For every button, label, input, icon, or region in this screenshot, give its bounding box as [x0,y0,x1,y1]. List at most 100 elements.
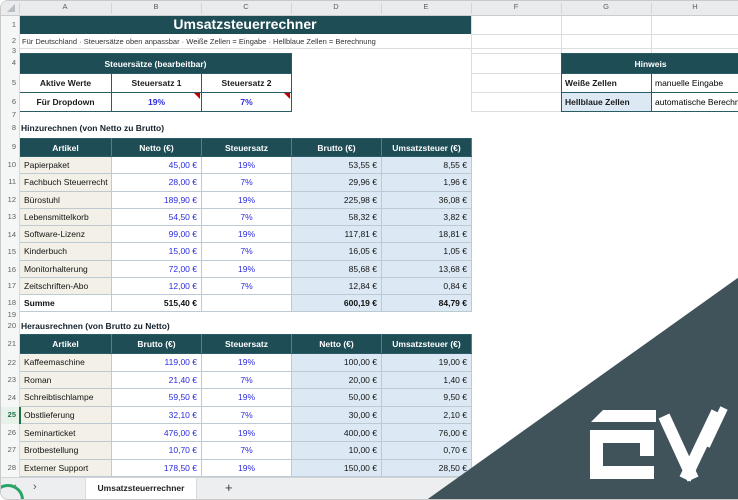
cell-artikel[interactable]: Seminarticket [19,423,112,442]
tax-col-header-aktive-werte[interactable]: Aktive Werte [19,73,112,93]
hinweis-white-cells-label[interactable]: Weiße Zellen [561,73,652,93]
cell-steuersatz[interactable]: 19% [201,224,292,244]
row-header-21[interactable]: 21 [2,339,16,348]
cell-brutto[interactable]: 21,40 € [111,370,202,390]
col-header-brutto[interactable]: Brutto (€) [111,334,202,354]
sum-value-cell[interactable] [201,294,292,312]
hinweis-header-cell[interactable]: Hinweis [561,53,738,74]
cell-netto[interactable]: 30,00 € [291,405,382,425]
cell-umsatzsteuer[interactable]: 0,70 € [381,440,472,460]
tax-dropdown-label-cell[interactable]: Für Dropdown [19,92,112,112]
cell-umsatzsteuer[interactable]: 1,40 € [381,370,472,390]
cell-artikel[interactable]: Software-Lizenz [19,224,112,244]
cell-brutto[interactable]: 58,32 € [291,207,382,227]
cell-umsatzsteuer[interactable]: 76,00 € [381,423,472,442]
row-header-10[interactable]: 10 [2,160,16,169]
sheet-tab-active[interactable]: Umsatzsteuerrechner [85,478,197,499]
next-sheet-button[interactable]: › [33,481,37,493]
cell-umsatzsteuer[interactable]: 1,96 € [381,173,472,192]
col-header-umsatzsteuer[interactable]: Umsatzsteuer (€) [381,334,472,354]
cell-brutto[interactable]: 178,50 € [111,458,202,478]
cell-brutto[interactable]: 225,98 € [291,190,382,209]
cell-artikel[interactable]: Externer Support [19,458,112,478]
cell-netto[interactable]: 15,00 € [111,242,202,261]
row-header-4[interactable]: 4 [2,58,16,67]
section-title-hinzurechnen[interactable]: Hinzurechnen (von Netto zu Brutto) [21,123,164,133]
cell-netto[interactable]: 54,50 € [111,207,202,227]
cell-umsatzsteuer[interactable]: 2,10 € [381,405,472,425]
row-header-25[interactable]: 25 [2,410,16,419]
cell-artikel[interactable]: Zeitschriften-Abo [19,276,112,296]
row-header-23[interactable]: 23 [2,375,16,384]
hinweis-blue-cells-label[interactable]: Hellblaue Zellen [561,92,652,112]
col-header-netto[interactable]: Netto (€) [291,334,382,354]
cell-steuersatz[interactable]: 7% [201,207,292,227]
column-header-F[interactable]: F [504,2,528,11]
tax-rates-header-cell[interactable]: Steuersätze (bearbeitbar) [19,53,292,74]
row-header-26[interactable]: 26 [2,428,16,437]
cell-brutto[interactable]: 476,00 € [111,423,202,442]
cell-artikel[interactable]: Fachbuch Steuerrecht [19,173,112,192]
select-all-button[interactable] [1,1,19,15]
col-header-brutto[interactable]: Brutto (€) [291,138,382,157]
cell-steuersatz[interactable]: 7% [201,370,292,390]
title-cell[interactable]: Umsatzsteuerrechner [19,15,471,34]
row-header-14[interactable]: 14 [2,230,16,239]
cell-umsatzsteuer[interactable]: 1,05 € [381,242,472,261]
row-header-24[interactable]: 24 [2,393,16,402]
cell-steuersatz[interactable]: 19% [201,353,292,372]
cell-steuersatz[interactable]: 7% [201,440,292,460]
tax-col-header-steuersatz1[interactable]: Steuersatz 1 [111,73,202,93]
cell-netto[interactable]: 50,00 € [291,388,382,407]
cell-artikel[interactable]: Brotbestellung [19,440,112,460]
add-sheet-button[interactable]: + [225,480,233,495]
col-header-steuersatz[interactable]: Steuersatz [201,334,292,354]
sum-value-cell[interactable]: 600,19 € [291,294,382,312]
cell-netto[interactable]: 72,00 € [111,259,202,278]
cell-brutto[interactable]: 32,10 € [111,405,202,425]
cell-umsatzsteuer[interactable]: 8,55 € [381,155,472,175]
row-header-28[interactable]: 28 [2,463,16,472]
cell-brutto[interactable]: 59,50 € [111,388,202,407]
cell-steuersatz[interactable]: 7% [201,276,292,296]
row-header-1[interactable]: 1 [2,20,16,29]
cell-brutto[interactable]: 119,00 € [111,353,202,372]
subtitle-cell[interactable]: Für Deutschland · Steuersätze oben anpas… [22,37,376,46]
col-header-steuersatz[interactable]: Steuersatz [201,138,292,157]
cell-netto[interactable]: 99,00 € [111,224,202,244]
column-header-A[interactable]: A [53,2,77,11]
cell-umsatzsteuer[interactable]: 0,84 € [381,276,472,296]
cell-steuersatz[interactable]: 19% [201,423,292,442]
cell-artikel[interactable]: Lebensmittelkorb [19,207,112,227]
sum-value-cell[interactable]: 515,40 € [111,294,202,312]
column-header-B[interactable]: B [144,2,168,11]
sum-value-cell[interactable]: 84,79 € [381,294,472,312]
row-header-11[interactable]: 11 [2,177,16,186]
col-header-umsatzsteuer[interactable]: Umsatzsteuer (€) [381,138,472,157]
row-header-8[interactable]: 8 [2,123,16,132]
cell-brutto[interactable]: 85,68 € [291,259,382,278]
cell-brutto[interactable]: 53,55 € [291,155,382,175]
cell-artikel[interactable]: Roman [19,370,112,390]
row-header-9[interactable]: 9 [2,142,16,151]
cell-artikel[interactable]: Kaffeemaschine [19,353,112,372]
cell-umsatzsteuer[interactable]: 18,81 € [381,224,472,244]
cell-umsatzsteuer[interactable]: 19,00 € [381,353,472,372]
row-header-2[interactable]: 2 [2,36,16,45]
row-header-5[interactable]: 5 [2,78,16,87]
row-header-13[interactable]: 13 [2,212,16,221]
row-header-6[interactable]: 6 [2,97,16,106]
cell-steuersatz[interactable]: 19% [201,388,292,407]
cell-netto[interactable]: 100,00 € [291,353,382,372]
column-header-E[interactable]: E [414,2,438,11]
row-header-20[interactable]: 20 [2,321,16,330]
row-header-18[interactable]: 18 [2,298,16,307]
col-header-artikel[interactable]: Artikel [19,138,112,157]
column-header-C[interactable]: C [234,2,258,11]
tax-rate1-cell[interactable]: 19% [111,92,202,112]
row-header-15[interactable]: 15 [2,247,16,256]
cell-brutto[interactable]: 117,81 € [291,224,382,244]
cell-netto[interactable]: 28,00 € [111,173,202,192]
cell-umsatzsteuer[interactable]: 36,08 € [381,190,472,209]
row-header-3[interactable]: 3 [2,46,16,55]
